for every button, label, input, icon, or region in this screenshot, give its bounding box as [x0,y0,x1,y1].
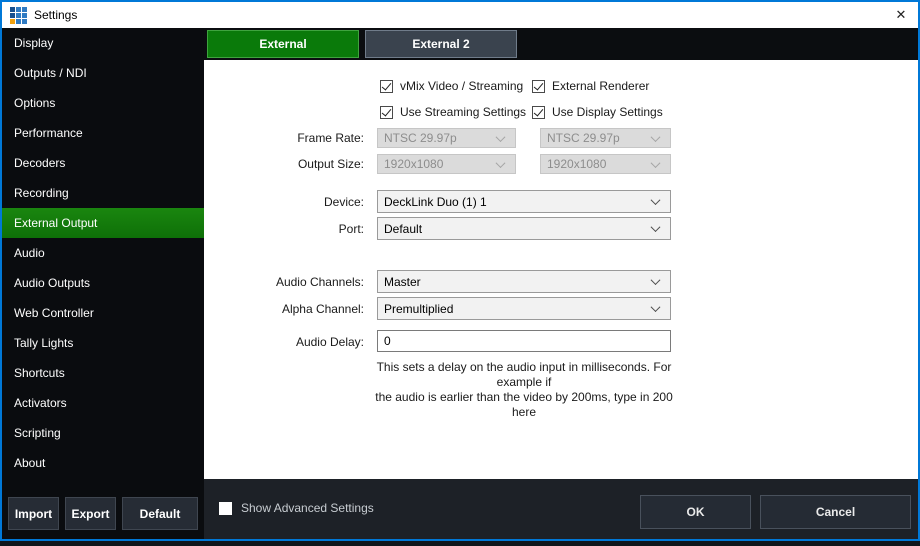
sidebar-item-audio[interactable]: Audio [2,238,204,268]
frame-rate-select-1: NTSC 29.97p [377,128,516,148]
tab-external-2[interactable]: External 2 [365,30,517,58]
use-streaming-settings-checkbox[interactable]: Use Streaming Settings [380,105,526,119]
sidebar-item-scripting[interactable]: Scripting [2,418,204,448]
device-select[interactable]: DeckLink Duo (1) 1 [377,190,671,213]
tab-strip: External External 2 [204,28,918,60]
vmix-logo-icon [10,7,27,24]
checkbox-label: Use Streaming Settings [400,105,526,119]
checkbox-icon [380,106,393,119]
sidebar-item-display[interactable]: Display [2,28,204,58]
export-button[interactable]: Export [65,497,116,530]
output-size-label: Output Size: [204,157,364,171]
chevron-down-icon [651,195,661,205]
port-label: Port: [204,222,364,236]
external-output-form: vMix Video / Streaming External Renderer… [204,60,918,479]
audio-delay-help-text: This sets a delay on the audio input in … [364,360,684,420]
checkbox-label: Show Advanced Settings [241,501,374,515]
output-size-select-1: 1920x1080 [377,154,516,174]
chevron-down-icon [651,132,661,142]
output-size-select-2: 1920x1080 [540,154,671,174]
settings-sidebar: Display Outputs / NDI Options Performanc… [2,28,204,539]
ok-button[interactable]: OK [640,495,751,529]
footer-bar: Show Advanced Settings OK Cancel [204,479,918,539]
sidebar-item-audio-outputs[interactable]: Audio Outputs [2,268,204,298]
sidebar-item-recording[interactable]: Recording [2,178,204,208]
sidebar-item-web-controller[interactable]: Web Controller [2,298,204,328]
vmix-video-streaming-checkbox[interactable]: vMix Video / Streaming [380,79,523,93]
title-bar: Settings ✕ [2,2,918,28]
frame-rate-label: Frame Rate: [204,131,364,145]
checkbox-icon [380,80,393,93]
sidebar-nav: Display Outputs / NDI Options Performanc… [2,28,204,478]
chevron-down-icon [651,222,661,232]
chevron-down-icon [651,158,661,168]
checkbox-icon [532,106,545,119]
sidebar-item-outputs-ndi[interactable]: Outputs / NDI [2,58,204,88]
sidebar-item-decoders[interactable]: Decoders [2,148,204,178]
import-button[interactable]: Import [8,497,59,530]
port-select[interactable]: Default [377,217,671,240]
show-advanced-settings-checkbox[interactable]: Show Advanced Settings [219,501,374,515]
checkbox-icon [219,502,232,515]
cancel-button[interactable]: Cancel [760,495,911,529]
sidebar-item-about[interactable]: About [2,448,204,478]
default-button[interactable]: Default [122,497,198,530]
alpha-channel-select[interactable]: Premultiplied [377,297,671,320]
sidebar-item-activators[interactable]: Activators [2,388,204,418]
device-label: Device: [204,195,364,209]
sidebar-item-tally-lights[interactable]: Tally Lights [2,328,204,358]
sidebar-button-row: Import Export Default [2,497,204,539]
close-icon[interactable]: ✕ [884,2,918,28]
alpha-channel-label: Alpha Channel: [204,302,364,316]
sidebar-item-shortcuts[interactable]: Shortcuts [2,358,204,388]
chevron-down-icon [496,132,506,142]
chevron-down-icon [651,302,661,312]
use-display-settings-checkbox[interactable]: Use Display Settings [532,105,663,119]
checkbox-label: External Renderer [552,79,649,93]
settings-window: Settings ✕ Display Outputs / NDI Options… [0,0,920,541]
main-panel: External External 2 vMix Video / Streami… [204,28,918,539]
audio-channels-label: Audio Channels: [204,275,364,289]
checkbox-icon [532,80,545,93]
external-renderer-checkbox[interactable]: External Renderer [532,79,649,93]
sidebar-item-options[interactable]: Options [2,88,204,118]
tab-external[interactable]: External [207,30,359,58]
sidebar-item-external-output[interactable]: External Output [2,208,204,238]
chevron-down-icon [651,275,661,285]
audio-delay-label: Audio Delay: [204,335,364,349]
audio-delay-input[interactable] [377,330,671,352]
window-title: Settings [34,8,77,22]
checkbox-label: vMix Video / Streaming [400,79,523,93]
audio-channels-select[interactable]: Master [377,270,671,293]
chevron-down-icon [496,158,506,168]
checkbox-label: Use Display Settings [552,105,663,119]
sidebar-item-performance[interactable]: Performance [2,118,204,148]
frame-rate-select-2: NTSC 29.97p [540,128,671,148]
